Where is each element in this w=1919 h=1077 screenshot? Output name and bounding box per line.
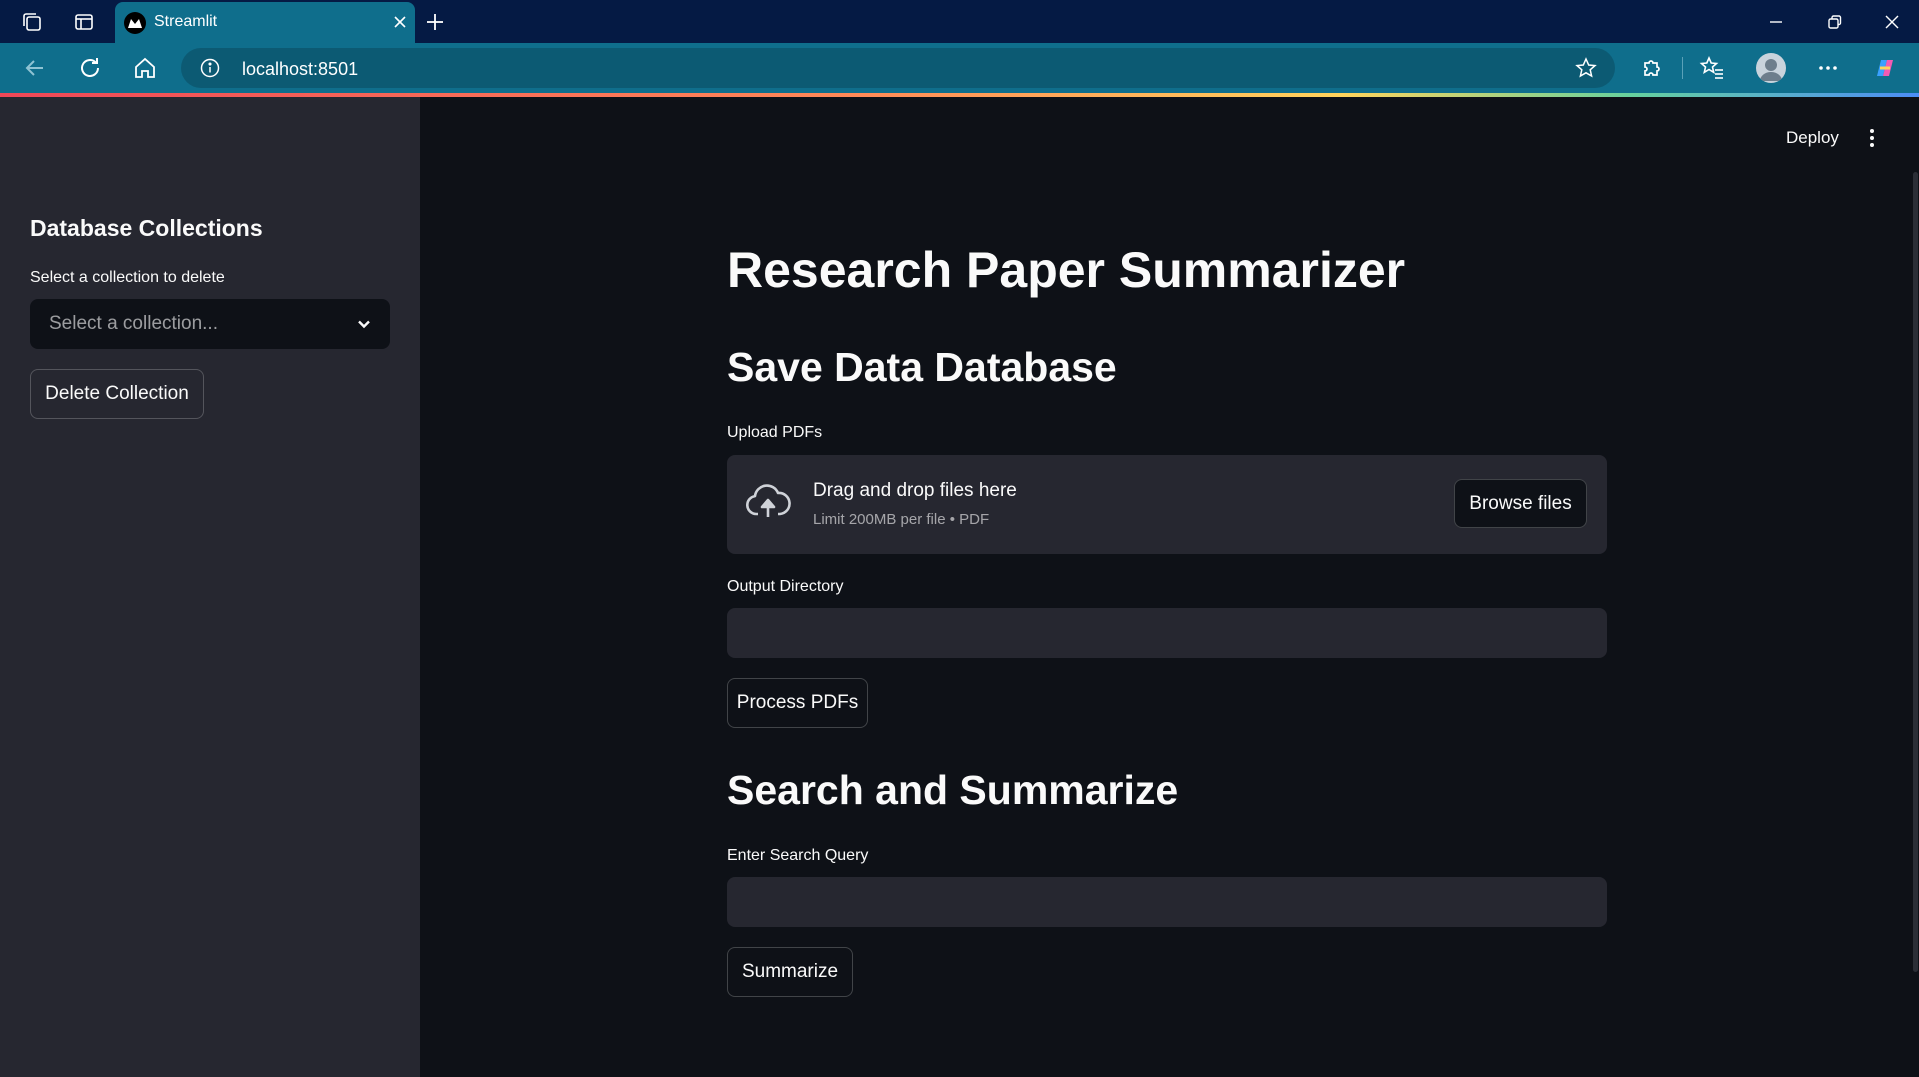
page-title: Research Paper Summarizer: [727, 242, 1406, 298]
close-window-icon[interactable]: [1879, 9, 1905, 35]
sidebar: Database Collections Select a collection…: [0, 97, 420, 1077]
toolbar-divider: [1682, 57, 1683, 79]
output-directory-input[interactable]: [727, 608, 1607, 658]
favorites-icon[interactable]: [1698, 54, 1726, 82]
streamlit-app: Database Collections Select a collection…: [0, 97, 1919, 1077]
sidebar-title: Database Collections: [30, 215, 263, 241]
search-section-heading: Search and Summarize: [727, 767, 1179, 813]
search-query-label: Enter Search Query: [727, 847, 869, 864]
dropzone-limit-text: Limit 200MB per file • PDF: [813, 511, 990, 528]
summarize-button[interactable]: Summarize: [727, 947, 853, 997]
back-icon[interactable]: [21, 54, 49, 82]
process-pdfs-button[interactable]: Process PDFs: [727, 678, 868, 728]
site-info-icon[interactable]: [200, 58, 220, 78]
new-tab-icon[interactable]: [422, 9, 448, 35]
dropzone-title: Drag and drop files here: [813, 480, 1017, 501]
save-section-heading: Save Data Database: [727, 344, 1117, 390]
home-icon[interactable]: [131, 54, 159, 82]
chevron-down-icon: [355, 315, 373, 333]
address-bar[interactable]: localhost:8501: [181, 48, 1615, 88]
upload-label: Upload PDFs: [727, 424, 823, 441]
minimize-icon[interactable]: [1763, 9, 1789, 35]
close-tab-icon[interactable]: [391, 13, 409, 31]
browser-tab-streamlit[interactable]: Streamlit: [115, 2, 415, 43]
browse-files-button[interactable]: Browse files: [1454, 479, 1587, 528]
copilot-icon[interactable]: [1871, 54, 1899, 82]
collection-select-placeholder: Select a collection...: [49, 313, 218, 334]
cloud-upload-icon: [745, 483, 791, 523]
extensions-icon[interactable]: [1637, 54, 1665, 82]
main-menu-icon[interactable]: [1862, 127, 1882, 149]
scrollbar[interactable]: [1913, 172, 1918, 972]
tab-title: Streamlit: [154, 13, 218, 30]
delete-collection-button[interactable]: Delete Collection: [30, 369, 204, 419]
workspaces-icon[interactable]: [19, 9, 45, 35]
url-text: localhost:8501: [242, 59, 359, 79]
favorite-star-icon[interactable]: [1575, 57, 1597, 79]
search-query-input[interactable]: [727, 877, 1607, 927]
tab-actions-icon[interactable]: [71, 9, 97, 35]
browser-toolbar: localhost:8501: [0, 43, 1919, 93]
browser-tab-bar: Streamlit: [0, 0, 1919, 43]
profile-avatar[interactable]: [1756, 53, 1786, 83]
file-dropzone[interactable]: Drag and drop files here Limit 200MB per…: [727, 455, 1607, 554]
deploy-button[interactable]: Deploy: [1786, 128, 1839, 148]
restore-icon[interactable]: [1821, 9, 1847, 35]
output-directory-label: Output Directory: [727, 578, 844, 595]
reload-icon[interactable]: [76, 54, 104, 82]
more-options-icon[interactable]: [1814, 54, 1842, 82]
collection-select[interactable]: Select a collection...: [30, 299, 390, 349]
streamlit-favicon-icon: [124, 12, 146, 34]
collection-select-label: Select a collection to delete: [30, 269, 225, 286]
